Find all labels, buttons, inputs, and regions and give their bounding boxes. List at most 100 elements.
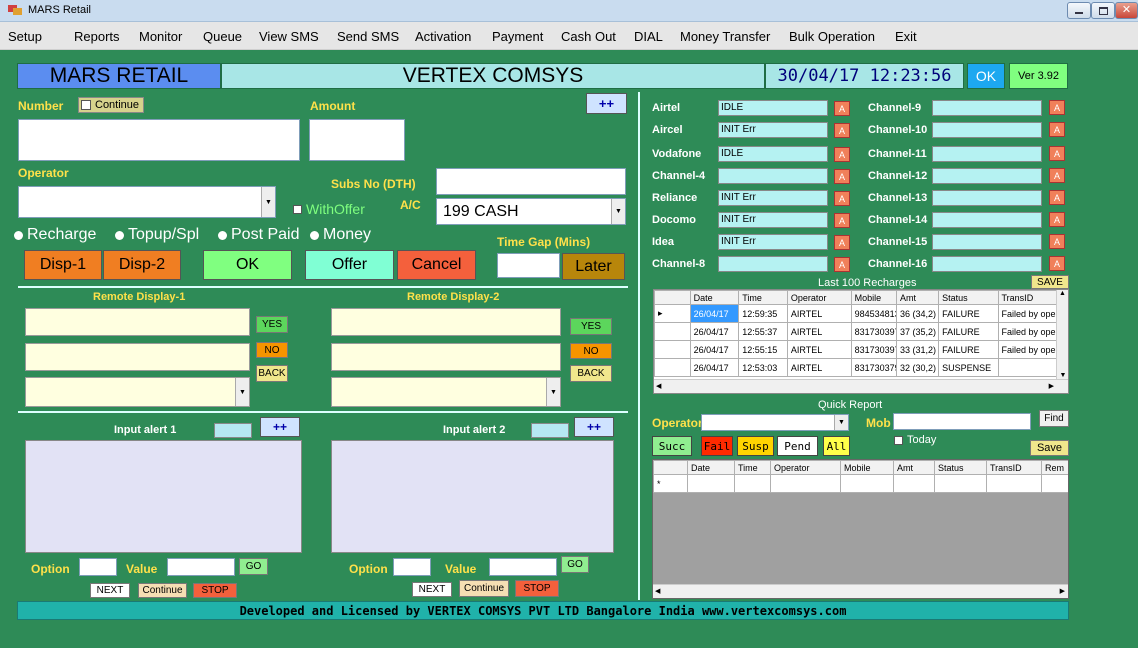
remote2-line1-input[interactable] [331,308,561,336]
qcol-header-amt[interactable]: Amt [893,460,935,475]
expand-plus-button[interactable]: ++ [586,93,627,114]
channel-reset-button-8[interactable]: A [834,257,850,272]
qcol-header-status[interactable]: Status [934,460,987,475]
filter-succ-button[interactable]: Succ [652,436,692,456]
header-ok-button[interactable]: OK [967,63,1005,89]
table-cell[interactable]: AIRTEL [786,340,852,359]
alert1-plus-button[interactable]: ++ [260,417,300,437]
table-cell[interactable]: 12:55:15 [738,340,788,359]
quick-find-button[interactable]: Find [1039,410,1069,427]
channel-reset-button-10[interactable]: A [1049,122,1065,137]
filter-pend-button[interactable]: Pend [777,436,818,456]
remote1-select[interactable]: ▼ [25,377,250,407]
ac-select[interactable]: 199 CASH ▼ [436,198,626,225]
remote1-back-button[interactable]: BACK [256,365,288,382]
qcol-header-date[interactable]: Date [687,460,735,475]
disp2-button[interactable]: Disp-2 [103,250,181,280]
table-cell[interactable]: Failed by oper [997,322,1059,341]
channel-reset-button-2[interactable]: A [834,123,850,138]
table-cell[interactable] [734,474,771,493]
table-cell[interactable]: 12:59:35 [738,304,788,323]
alert1-stop-button[interactable]: STOP [193,583,237,598]
channel-reset-button-14[interactable]: A [1049,212,1065,227]
table-cell[interactable]: 26/04/17 [689,322,740,341]
channel-reset-button-1[interactable]: A [834,101,850,116]
channel-reset-button-15[interactable]: A [1049,234,1065,249]
operator-select[interactable]: ▼ [18,186,276,218]
table-cell[interactable]: 8317303978 [850,340,897,359]
later-button[interactable]: Later [562,253,625,280]
table-row[interactable]: * [653,474,1068,493]
qcol-header-rem[interactable]: Rem [1041,460,1068,475]
col-header-amt[interactable]: Amt [895,290,940,305]
channel-reset-button-16[interactable]: A [1049,256,1065,271]
table-cell[interactable]: Failed by oper [997,304,1059,323]
alert2-textarea[interactable] [331,440,614,553]
menu-setup[interactable]: Setup [8,29,42,44]
alert1-continue-button[interactable]: Continue [138,583,187,598]
disp1-button[interactable]: Disp-1 [24,250,102,280]
amount-input[interactable] [309,119,405,161]
table-cell[interactable] [840,474,894,493]
menu-monitor[interactable]: Monitor [139,29,182,44]
menu-send-sms[interactable]: Send SMS [337,29,399,44]
alert1-option-input[interactable] [79,558,117,576]
filter-all-button[interactable]: All [823,436,850,456]
ok-button[interactable]: OK [203,250,292,280]
recharges-vscrollbar[interactable]: ▲ ▼ [1056,290,1068,379]
timegap-input[interactable] [497,253,560,278]
table-cell[interactable]: FAILURE [938,340,999,359]
alert2-go-button[interactable]: GO [561,556,589,573]
filter-susp-button[interactable]: Susp [737,436,774,456]
row-selector[interactable] [654,340,691,359]
menu-cash-out[interactable]: Cash Out [561,29,616,44]
col-header-transid[interactable]: TransID [997,290,1059,305]
menu-reports[interactable]: Reports [74,29,120,44]
alert2-continue-button[interactable]: Continue [459,580,509,597]
channel-reset-button-4[interactable]: A [834,169,850,184]
remote2-select[interactable]: ▼ [331,377,561,407]
withoffer-checkbox[interactable] [293,205,302,214]
table-cell[interactable]: 37 (35,2) [895,322,940,341]
remote2-yes-button[interactable]: YES [570,318,612,335]
table-row[interactable]: ▸26/04/1712:59:35AIRTEL984534813436 (34,… [654,304,1059,323]
number-input[interactable] [18,119,300,161]
alert2-plus-button[interactable]: ++ [574,417,614,437]
col-header-status[interactable]: Status [938,290,999,305]
remote2-back-button[interactable]: BACK [570,365,612,382]
today-checkbox[interactable] [894,436,903,445]
row-selector[interactable] [654,358,691,377]
channel-reset-button-7[interactable]: A [834,235,850,250]
channel-reset-button-6[interactable]: A [834,213,850,228]
qcol-header-mobile[interactable]: Mobile [840,460,894,475]
row-selector[interactable]: ▸ [654,304,691,323]
channel-reset-button-3[interactable]: A [834,147,850,162]
cancel-button[interactable]: Cancel [397,250,476,280]
remote1-line2-input[interactable] [25,343,250,371]
table-cell[interactable]: FAILURE [938,304,999,323]
channel-reset-button-13[interactable]: A [1049,190,1065,205]
alert2-stop-button[interactable]: STOP [515,580,559,597]
table-cell[interactable]: AIRTEL [786,304,852,323]
menu-activation[interactable]: Activation [415,29,471,44]
qcol-header-operator[interactable]: Operator [770,460,841,475]
table-cell[interactable] [770,474,841,493]
continue-checkbox[interactable]: Continue [78,97,144,113]
table-cell[interactable]: 9845348134 [850,304,897,323]
radio-money[interactable]: Money [310,226,371,244]
table-cell[interactable]: 32 (30,2) [895,358,940,377]
col-header-date[interactable]: Date [689,290,740,305]
minimize-button[interactable] [1067,2,1091,19]
row-selector[interactable] [654,322,691,341]
quick-report-table[interactable]: Date Time Operator Mobile Amt Status TransID Re… [652,459,1069,599]
col-header-mobile[interactable]: Mobile [850,290,897,305]
qcol-header-time[interactable]: Time [734,460,771,475]
table-cell[interactable] [934,474,987,493]
table-cell[interactable]: 26/04/17 [689,358,740,377]
table-row[interactable]: 26/04/1712:55:15AIRTEL831730397833 (31,2… [654,340,1059,359]
recharges-table[interactable]: Date Time Operator Mobile Amt Status TransID ▸… [653,289,1069,394]
table-cell[interactable]: AIRTEL [786,322,852,341]
remote1-no-button[interactable]: NO [256,342,288,358]
quick-save-button[interactable]: Save [1030,440,1069,456]
table-cell[interactable] [1041,474,1068,493]
